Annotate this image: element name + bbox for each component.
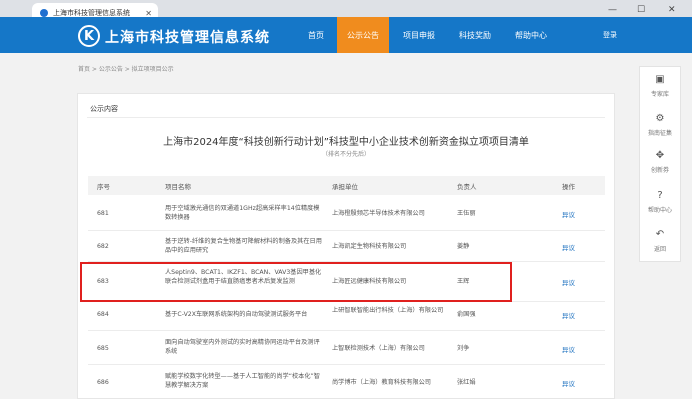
side-item-expert-db[interactable]: ▣ 专家库 bbox=[639, 74, 681, 98]
table-cell-project-name: 基于C-V2X车联网系统架构的自动驾驶测试服务平台 bbox=[165, 311, 308, 318]
site-title[interactable]: 上海市科技管理信息系统 bbox=[105, 27, 270, 47]
table-cell-leader: 张红娟 bbox=[457, 379, 476, 386]
side-item-label: 返回 bbox=[653, 246, 666, 253]
row-divider bbox=[88, 230, 605, 231]
side-item-label: 帮助中心 bbox=[647, 207, 672, 214]
row-divider bbox=[88, 364, 605, 365]
table-cell-number: 682 bbox=[97, 243, 109, 250]
nav-help-center[interactable]: 帮助中心 bbox=[506, 17, 556, 53]
breadcrumb: 首页 > 公示公告 > 拟立项项目公示 bbox=[78, 66, 174, 73]
highlight-box bbox=[80, 262, 512, 302]
objection-link[interactable]: 异议 bbox=[562, 277, 575, 287]
side-item-return[interactable]: ↶ 返回 bbox=[639, 229, 681, 253]
nav-announcements[interactable]: 公示公告 bbox=[337, 17, 389, 53]
nav-home[interactable]: 首页 bbox=[297, 17, 335, 53]
table-cell-number: 685 bbox=[97, 345, 109, 352]
column-header-organization: 承担单位 bbox=[332, 183, 358, 191]
column-header-project-name: 项目名称 bbox=[165, 183, 191, 191]
side-item-innovation-voucher[interactable]: ✥ 创新券 bbox=[639, 150, 681, 174]
objection-link[interactable]: 异议 bbox=[562, 242, 575, 252]
table-cell-project-name: 赋能学校数字化转型——基于人工智能的尚学“校本化”智慧教学解决方案 bbox=[165, 373, 320, 389]
nav-project-application[interactable]: 项目申报 bbox=[394, 17, 444, 53]
settings-icon: ⚙ bbox=[655, 113, 665, 124]
column-header-leader: 负责人 bbox=[457, 183, 477, 191]
table-cell-organization: 上海橙殷频芯半导体技术有限公司 bbox=[332, 210, 425, 217]
table-cell-project-name: 用于空域激光通信的双通道1GHz超高采样率14位精度模数转换器 bbox=[165, 205, 320, 221]
panel-divider bbox=[87, 117, 605, 118]
side-item-help-center[interactable]: ? 帮助中心 bbox=[639, 190, 681, 214]
table-cell-leader: 俞国强 bbox=[457, 311, 476, 318]
objection-link[interactable]: 异议 bbox=[562, 344, 575, 354]
document-title: 上海市2024年度“科技创新行动计划”科技型中小企业技术创新资金拟立项项目清单 bbox=[163, 137, 529, 148]
move-icon: ✥ bbox=[655, 150, 665, 161]
table-cell-project-name: 基于逆转-纤维的复合生物基可降解材料的制备及其在日用品中的应用研究 bbox=[165, 238, 322, 254]
window-maximize-button[interactable]: ☐ bbox=[637, 5, 645, 15]
side-item-label: 指南征集 bbox=[647, 130, 672, 137]
window-minimize-button[interactable]: — bbox=[608, 5, 617, 15]
nav-tech-awards[interactable]: 科技奖励 bbox=[450, 17, 500, 53]
side-item-label: 创新券 bbox=[650, 167, 669, 174]
table-cell-organization: 上研智联智能出行科技（上海）有限公司 bbox=[332, 307, 444, 314]
window-close-button[interactable]: ✕ bbox=[668, 5, 676, 15]
objection-link[interactable]: 异议 bbox=[562, 310, 575, 320]
side-item-label: 专家库 bbox=[650, 91, 669, 98]
table-cell-organization: 尚学博市（上海）教育科技有限公司 bbox=[332, 379, 431, 386]
table-cell-leader: 刘争 bbox=[457, 345, 470, 352]
help-icon: ? bbox=[657, 190, 663, 201]
table-cell-project-name: 面向自动驾驶室内外测试的实时高精协同运动平台及测评系统 bbox=[165, 339, 320, 355]
return-icon: ↶ bbox=[655, 229, 665, 240]
column-header-action: 操作 bbox=[562, 183, 575, 191]
row-divider bbox=[88, 330, 605, 331]
column-header-number: 序号 bbox=[97, 183, 110, 191]
panel-label: 公示内容 bbox=[90, 105, 118, 113]
objection-link[interactable]: 异议 bbox=[562, 209, 575, 219]
login-link[interactable]: 登录 bbox=[596, 17, 624, 53]
table-cell-number: 681 bbox=[97, 210, 109, 217]
table-cell-leader: 王伍丽 bbox=[457, 210, 476, 217]
favicon-icon bbox=[40, 9, 48, 17]
side-item-guide-collection[interactable]: ⚙ 指南征集 bbox=[639, 113, 681, 137]
table-cell-number: 686 bbox=[97, 379, 109, 386]
table-cell-leader: 姜静 bbox=[457, 243, 470, 250]
table-cell-organization: 上海凯定生物科技有限公司 bbox=[332, 243, 407, 250]
objection-link[interactable]: 异议 bbox=[562, 378, 575, 388]
document-subtitle: （排名不分先后） bbox=[321, 151, 370, 158]
card-icon: ▣ bbox=[655, 74, 665, 85]
site-logo[interactable]: K bbox=[78, 25, 100, 47]
table-cell-organization: 上智联检测技术（上海）有限公司 bbox=[332, 345, 425, 352]
table-cell-number: 684 bbox=[97, 311, 109, 318]
